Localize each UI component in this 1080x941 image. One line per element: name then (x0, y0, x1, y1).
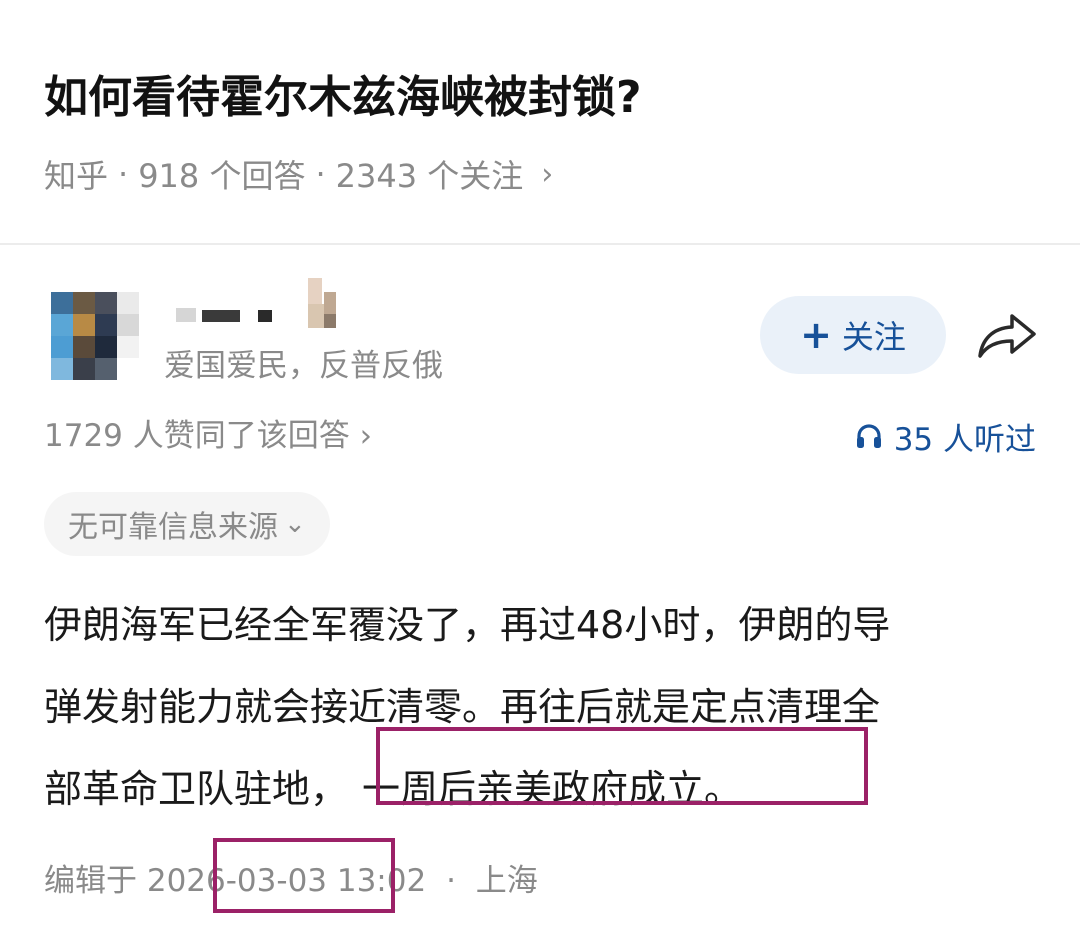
question-meta[interactable]: 知乎 · 918 个回答 · 2343 个关注 › (44, 152, 553, 196)
answer-line: 伊朗海军已经全军覆没了，再过48小时，伊朗的导 (44, 603, 891, 647)
edit-location: 上海 (475, 863, 538, 899)
question-title[interactable]: 如何看待霍尔木兹海峡被封锁? (44, 68, 642, 128)
author-name-redacted[interactable] (162, 278, 362, 334)
plus-icon: + (800, 313, 832, 357)
chevron-down-icon: ⌄ (284, 509, 306, 539)
meta-separator: · (118, 155, 129, 193)
headphones-icon (856, 424, 881, 448)
follower-count: 2343 个关注 (335, 157, 524, 195)
share-arrow-icon[interactable] (976, 310, 1038, 360)
tag-label: 无可靠信息来源 (68, 510, 278, 545)
answer-line-start: 部革命卫队驻地， (44, 767, 349, 811)
listen-count-label: 35 人听过 (893, 421, 1036, 458)
annotation-box-sentence (376, 727, 868, 805)
listen-count[interactable]: 35 人听过 (854, 416, 1036, 458)
meta-separator: · (315, 155, 326, 193)
follow-label: 关注 (841, 318, 906, 356)
upvote-summary[interactable]: 1729 人赞同了该回答 › (44, 416, 372, 456)
annotation-box-date (213, 838, 395, 913)
avatar[interactable] (51, 292, 139, 380)
follow-button[interactable]: + 关注 (760, 296, 946, 374)
chevron-right-icon: › (541, 156, 554, 192)
section-divider (0, 243, 1080, 245)
answer-count: 918 个回答 (138, 157, 306, 195)
author-bio: 爱国爱民，反普反俄 (164, 348, 443, 384)
answer-page: 如何看待霍尔木兹海峡被封锁? 知乎 · 918 个回答 · 2343 个关注 › (0, 0, 1080, 941)
footer-separator: · (446, 863, 456, 899)
source-label: 知乎 (44, 157, 109, 195)
info-source-tag[interactable]: 无可靠信息来源 ⌄ (44, 492, 330, 556)
